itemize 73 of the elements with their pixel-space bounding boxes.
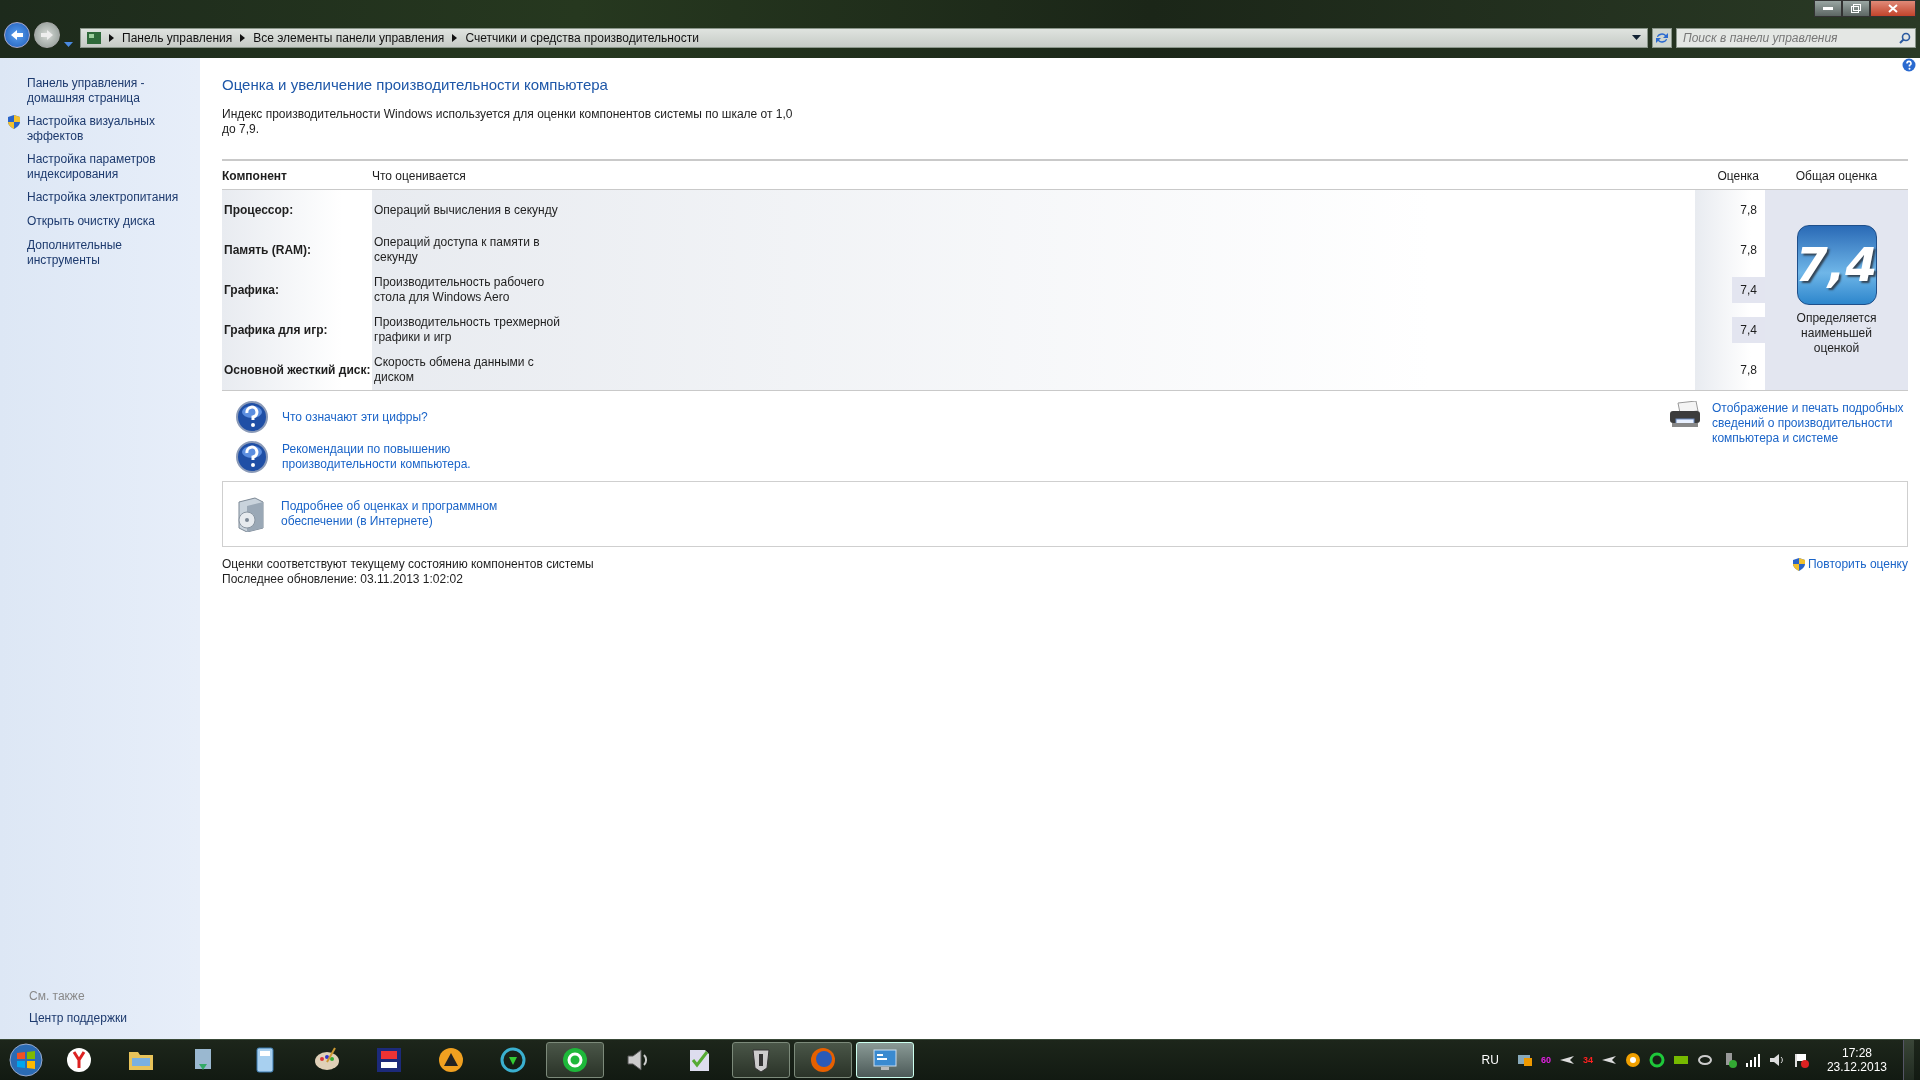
dropdown-icon[interactable]	[1632, 35, 1641, 41]
close-button[interactable]	[1870, 0, 1916, 17]
sidebar-link[interactable]: Дополнительные инструменты	[27, 238, 192, 268]
print-link[interactable]: Отображение и печать подробных сведений о производительности компьютера и системе	[1712, 401, 1908, 446]
arrow-right-icon	[40, 29, 54, 41]
chevron-icon[interactable]	[109, 34, 114, 42]
last-update-text: Последнее обновление: 03.11.2013 1:02:02	[222, 572, 464, 587]
table-cell-text: Производительность трехмерной графики и игр	[374, 315, 561, 345]
breadcrumb[interactable]: Все элементы панели управления	[253, 31, 445, 45]
forward-button[interactable]	[34, 22, 60, 48]
tray-badge[interactable]: 34	[1582, 1055, 1593, 1065]
breadcrumb[interactable]: Счетчики и средства производительности	[465, 31, 699, 45]
refresh-button[interactable]	[1652, 28, 1672, 48]
sidebar-link[interactable]: Настройка визуальных эффектов	[27, 114, 192, 144]
back-button[interactable]	[4, 22, 30, 48]
tray-badge[interactable]: 60	[1540, 1055, 1551, 1065]
address-bar[interactable]: Панель управления Все элементы панели управления Счетчики и средства производительности	[80, 28, 1648, 48]
section-heading: См. также	[28, 989, 86, 1005]
restore-icon	[1851, 4, 1861, 13]
score-value: 7,8	[1739, 201, 1758, 219]
sidebar-link[interactable]: Открыть очистку диска	[27, 214, 192, 229]
help-icon[interactable]	[1902, 58, 1916, 72]
printer-icon	[1668, 401, 1702, 429]
help-icon	[236, 401, 268, 433]
arrow-left-icon	[10, 29, 24, 41]
score-value: 7,8	[1739, 361, 1758, 379]
table-cell-text: Скорость обмена данными с диском	[374, 355, 535, 385]
sidebar-link[interactable]: Настройка электропитания	[27, 190, 192, 205]
rerun-link[interactable]: Повторить оценку	[1808, 557, 1908, 572]
score-value: 7,8	[1739, 241, 1758, 259]
search-icon	[1899, 32, 1911, 44]
control-panel-icon	[87, 32, 101, 44]
windows-logo-icon	[9, 1043, 43, 1077]
flag-icon[interactable]	[1792, 1052, 1809, 1068]
page-title: Оценка и увеличение производительности компьютера	[222, 76, 609, 93]
table-cell-text: Производительность рабочего стола для Windows Aero	[374, 275, 546, 305]
browser-icon	[65, 1046, 93, 1074]
sidebar-link[interactable]: Центр поддержки	[0, 1011, 200, 1025]
start-button[interactable]	[6, 1041, 46, 1079]
table-cell-text: Операций доступа к памяти в секунду	[374, 235, 541, 265]
minimize-icon	[1823, 6, 1833, 11]
minimize-button[interactable]	[1814, 0, 1842, 17]
help-link[interactable]: Что означают эти цифры?	[282, 409, 482, 425]
clock-time: 17:28	[1841, 1046, 1872, 1060]
maximize-button[interactable]	[1842, 0, 1870, 17]
sidebar-link[interactable]: Настройка параметров индексирования	[27, 152, 192, 182]
clock-date: 23.12.2013	[1826, 1060, 1887, 1074]
clock[interactable]: 17:28 23.12.2013	[1826, 1046, 1887, 1074]
signal-icon[interactable]	[1744, 1052, 1761, 1068]
circle-icon[interactable]	[1624, 1052, 1641, 1068]
status-text: Оценки соответствуют текущему состоянию компонентов системы	[222, 557, 594, 572]
description-text: Индекс производительности Windows используется для оценки компонентов системы по шкале от 1,0 до 7,9.	[222, 107, 794, 137]
score-value: 7,4	[1732, 317, 1765, 343]
shield-icon	[1792, 557, 1806, 572]
caption-text: Определяется наименьшей оценкой	[1795, 310, 1878, 356]
sidebar-link[interactable]: Панель управления - домашняя страница	[27, 76, 192, 106]
breadcrumb[interactable]: Панель управления	[122, 31, 233, 45]
close-icon	[1888, 4, 1898, 13]
chevron-icon[interactable]	[452, 34, 458, 42]
chevron-icon[interactable]	[240, 34, 246, 42]
table-cell: Основной жесткий диск:	[222, 350, 372, 390]
online-info-link[interactable]: Подробнее об оценках и программном обеспечении (в Интернете)	[281, 499, 511, 529]
table-cell-text: Операций вычисления в секунду	[374, 202, 559, 218]
language-indicator[interactable]: RU	[1481, 1053, 1499, 1067]
score-value: 7,4	[1732, 277, 1765, 303]
taskbar-button[interactable]	[732, 1042, 790, 1078]
volume-icon[interactable]	[1768, 1052, 1785, 1068]
help-link[interactable]: Рекомендации по повышению производительности компьютера.	[282, 442, 482, 472]
refresh-icon	[1655, 32, 1669, 44]
score-badge: 7,4	[1796, 224, 1877, 305]
taskbar-button[interactable]	[546, 1042, 604, 1078]
search-field[interactable]: Поиск в панели управления	[1676, 28, 1916, 48]
help-icon	[236, 441, 268, 473]
